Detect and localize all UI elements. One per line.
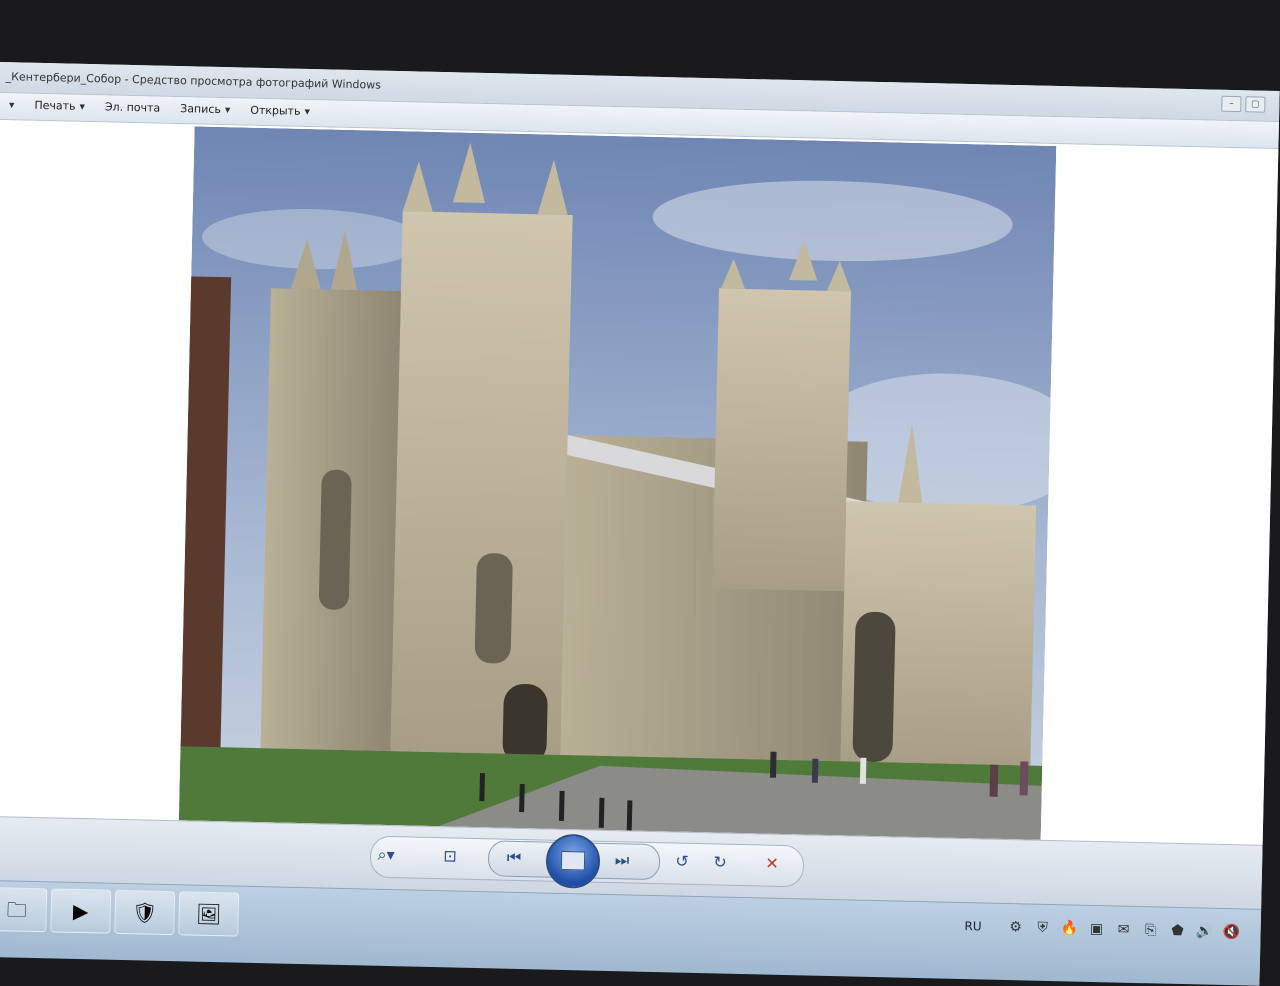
rotate-ccw-icon: ↺: [675, 851, 689, 871]
antivirus-tray-icon[interactable]: 🔥: [1060, 919, 1079, 937]
menu-open-label: Открыть: [250, 103, 301, 118]
taskbar-media-player[interactable]: ▶: [50, 888, 112, 934]
window-controls: – ▢: [1221, 95, 1266, 113]
delete-icon: ✕: [765, 853, 779, 873]
security-tray-icon[interactable]: ⛨: [1033, 919, 1051, 937]
previous-button[interactable]: ⏮: [502, 847, 526, 870]
next-icon: ⏭: [614, 850, 630, 870]
volume-tray-icon[interactable]: 🔊: [1195, 922, 1214, 940]
previous-icon: ⏮: [506, 847, 522, 868]
menu-burn[interactable]: Запись ▼: [170, 102, 240, 117]
menu-print-label: Печать: [34, 98, 76, 113]
folder-icon: 🗀: [6, 897, 28, 922]
network-tray-icon[interactable]: ⬟: [1168, 922, 1186, 940]
menu-print[interactable]: Печать ▼: [24, 99, 95, 114]
menu-file[interactable]: ▼: [0, 98, 25, 112]
menu-email-label: Эл. почта: [104, 100, 161, 115]
shield-icon: 🛡: [131, 900, 158, 925]
mute-tray-icon[interactable]: 🔇: [1222, 923, 1241, 941]
zoom-button[interactable]: ⌕▾: [374, 844, 398, 867]
cathedral-photo: [178, 126, 1057, 840]
chevron-down-icon: ▼: [79, 102, 86, 111]
clipboard-tray-icon[interactable]: ⎘: [1141, 921, 1159, 939]
chevron-down-icon: ▼: [224, 105, 231, 114]
taskbar-photo-viewer[interactable]: 🖼: [178, 891, 240, 937]
menu-email[interactable]: Эл. почта: [95, 100, 171, 115]
actual-size-button[interactable]: ⊡: [438, 845, 462, 868]
photo-viewer-area: [0, 119, 1279, 845]
play-icon: ▶: [72, 898, 89, 924]
chevron-down-icon: ▼: [304, 107, 311, 116]
fit-icon: ⊡: [443, 846, 458, 866]
system-tray: RU ⚙ ⛨ 🔥 ▣ ✉ ⎘ ⬟ 🔊 🔇: [964, 917, 1240, 941]
chevron-down-icon: ▼: [8, 100, 15, 109]
projected-screen: _Кентербери_Собор - Средство просмотра ф…: [0, 62, 1280, 986]
minimize-button[interactable]: –: [1221, 95, 1242, 113]
slideshow-icon: [560, 850, 586, 871]
next-button[interactable]: ⏭: [610, 849, 634, 872]
rotate-left-button[interactable]: ↺: [670, 850, 694, 873]
picture-icon: 🖼: [195, 901, 222, 927]
taskbar-security[interactable]: 🛡: [114, 889, 176, 936]
delete-button[interactable]: ✕: [760, 852, 784, 875]
monitor-tray-icon[interactable]: ▣: [1087, 920, 1105, 938]
window-title: _Кентербери_Собор - Средство просмотра ф…: [5, 70, 382, 92]
rotate-cw-icon: ↻: [713, 852, 727, 872]
photo-image: [178, 126, 1057, 840]
taskbar-explorer[interactable]: 🗀: [0, 886, 48, 933]
menu-open[interactable]: Открыть ▼: [240, 103, 320, 118]
menu-burn-label: Запись: [180, 102, 222, 117]
rotate-right-button[interactable]: ↻: [708, 851, 732, 874]
settings-tray-icon[interactable]: ⚙: [1006, 918, 1024, 936]
zoom-icon: ⌕▾: [377, 844, 395, 865]
mail-tray-icon[interactable]: ✉: [1114, 921, 1132, 939]
language-indicator[interactable]: RU: [964, 919, 981, 933]
maximize-button[interactable]: ▢: [1245, 96, 1266, 113]
